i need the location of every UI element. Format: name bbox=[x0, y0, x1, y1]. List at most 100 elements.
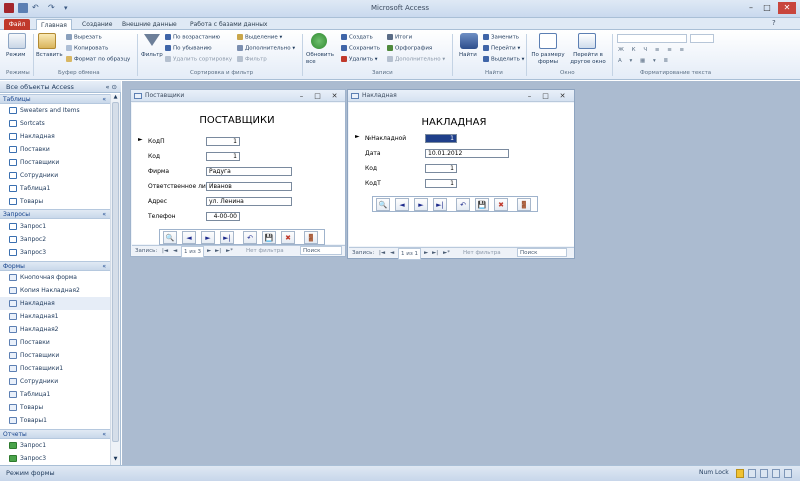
refresh-icon[interactable] bbox=[311, 33, 327, 49]
nav-table-item[interactable]: Накладная bbox=[0, 130, 110, 143]
binoculars-icon[interactable] bbox=[460, 33, 478, 49]
field-kod-input[interactable]: 1 bbox=[206, 152, 240, 161]
nav-form-item[interactable]: Сотрудники bbox=[0, 375, 110, 388]
nav-table-item[interactable]: Sweaters and Items bbox=[0, 104, 110, 117]
cut-button[interactable]: Вырезать bbox=[66, 34, 102, 41]
scroll-up-icon[interactable]: ▲ bbox=[112, 94, 119, 101]
font-name-combo[interactable] bbox=[617, 34, 687, 43]
maximize-button[interactable]: □ bbox=[312, 91, 323, 101]
nav-table-item[interactable]: Товары bbox=[0, 195, 110, 208]
prev-record-button[interactable]: ◄ bbox=[182, 231, 196, 244]
nav-query-item[interactable]: Запрос2 bbox=[0, 233, 110, 246]
nav-form-item[interactable]: Поставщики1 bbox=[0, 362, 110, 375]
nav-form-item[interactable]: Поставки bbox=[0, 336, 110, 349]
nav-section-reports[interactable]: Отчеты « bbox=[0, 429, 110, 439]
filter-button[interactable]: Фильтр bbox=[141, 52, 163, 58]
last-record-button[interactable]: ►| bbox=[433, 198, 447, 211]
tab-create[interactable]: Создание bbox=[78, 19, 116, 30]
next-record-button[interactable]: ► bbox=[201, 231, 215, 244]
sql-view-icon[interactable] bbox=[784, 469, 792, 478]
format-buttons-row[interactable]: Ж К Ч ≡ ≡ ≡ bbox=[618, 47, 687, 53]
nav-form-item[interactable]: Кнопочная форма bbox=[0, 271, 110, 284]
nav-table-item[interactable]: Таблица1 bbox=[0, 182, 110, 195]
view-icon[interactable] bbox=[8, 33, 26, 49]
selection-button[interactable]: Выделение ▾ bbox=[237, 34, 282, 41]
nav-query-item[interactable]: Запрос1 bbox=[0, 220, 110, 233]
design-view-icon[interactable] bbox=[760, 469, 768, 478]
paste-icon[interactable] bbox=[38, 33, 56, 49]
color-buttons-row[interactable]: A ▾ ▦ ▾ ≣ bbox=[618, 58, 671, 64]
close-form-button[interactable]: 🚪 bbox=[517, 198, 531, 211]
maximize-button[interactable]: □ bbox=[540, 91, 551, 101]
field-kod-input[interactable]: 1 bbox=[425, 164, 457, 173]
nav-form-item[interactable]: Накладная2 bbox=[0, 323, 110, 336]
form-view-icon[interactable] bbox=[736, 469, 744, 478]
view-button[interactable]: Режим bbox=[6, 52, 25, 58]
nav-query-item[interactable]: Запрос3 bbox=[0, 246, 110, 259]
fit-form-button[interactable]: По размеру формы bbox=[530, 52, 566, 66]
first-record-nav[interactable]: |◄ bbox=[162, 246, 168, 256]
next-record-nav[interactable]: ► bbox=[424, 248, 428, 258]
tab-home[interactable]: Главная bbox=[36, 19, 72, 30]
maximize-button[interactable]: □ bbox=[760, 2, 774, 14]
nav-report-item[interactable]: Запрос3 bbox=[0, 452, 110, 465]
field-kodp-input[interactable]: 1 bbox=[206, 137, 240, 146]
find-record-button[interactable]: 🔍 bbox=[163, 231, 177, 244]
first-record-nav[interactable]: |◄ bbox=[379, 248, 385, 258]
copy-button[interactable]: Копировать bbox=[66, 45, 108, 52]
nav-table-item[interactable]: Сотрудники bbox=[0, 169, 110, 182]
find-record-button[interactable]: 🔍 bbox=[376, 198, 390, 211]
more-records-button[interactable]: Дополнительно ▾ bbox=[387, 56, 445, 63]
sort-descending-button[interactable]: По убыванию bbox=[165, 45, 212, 52]
remove-sort-button[interactable]: Удалить сортировку bbox=[165, 56, 232, 63]
tab-file[interactable]: Файл bbox=[4, 19, 30, 30]
nav-form-item[interactable]: Таблица1 bbox=[0, 388, 110, 401]
switch-windows-button[interactable]: Перейти в другое окно bbox=[568, 52, 608, 66]
help-icon[interactable]: ? bbox=[772, 19, 776, 27]
nav-scrollbar[interactable]: ▲ ▼ bbox=[110, 94, 120, 465]
delete-record-button[interactable]: Удалить ▾ bbox=[341, 56, 378, 63]
scroll-thumb[interactable] bbox=[112, 102, 119, 442]
toggle-filter-button[interactable]: Фильтр bbox=[237, 56, 267, 63]
last-record-nav[interactable]: ►| bbox=[432, 248, 438, 258]
field-phone-input[interactable]: 4-00-00 bbox=[206, 212, 240, 221]
search-box[interactable]: Поиск bbox=[300, 246, 342, 255]
field-address-input[interactable]: ул. Ленина bbox=[206, 197, 292, 206]
next-record-nav[interactable]: ► bbox=[207, 246, 211, 256]
goto-button[interactable]: Перейти ▾ bbox=[483, 45, 520, 52]
nav-form-item[interactable]: Накладная1 bbox=[0, 310, 110, 323]
paste-button[interactable]: Вставить bbox=[36, 52, 63, 58]
record-selector-icon[interactable]: ► bbox=[355, 133, 360, 140]
close-button[interactable]: ✕ bbox=[557, 91, 568, 101]
refresh-all-button[interactable]: Обновить все bbox=[306, 52, 336, 66]
nav-form-item[interactable]: Товары1 bbox=[0, 414, 110, 427]
current-record-box[interactable]: 1 из 1 bbox=[398, 248, 421, 260]
last-record-button[interactable]: ►| bbox=[220, 231, 234, 244]
nav-table-item[interactable]: Sortcats bbox=[0, 117, 110, 130]
no-filter-button[interactable]: Нет фильтра bbox=[463, 248, 501, 258]
nav-table-item[interactable]: Поставки bbox=[0, 143, 110, 156]
field-kodt-input[interactable]: 1 bbox=[425, 179, 457, 188]
totals-button[interactable]: Итоги bbox=[387, 34, 412, 41]
nav-table-item[interactable]: Поставщики bbox=[0, 156, 110, 169]
save-qat-icon[interactable] bbox=[18, 3, 28, 13]
nav-report-item[interactable]: Запрос1 bbox=[0, 439, 110, 452]
tab-external-data[interactable]: Внешние данные bbox=[118, 19, 181, 30]
new-record-nav[interactable]: ►* bbox=[443, 248, 450, 258]
nav-form-item-selected[interactable]: Накладная bbox=[0, 297, 110, 310]
save-record-button[interactable]: 💾 bbox=[262, 231, 276, 244]
close-button[interactable]: ✕ bbox=[778, 2, 796, 14]
sort-ascending-button[interactable]: По возрастанию bbox=[165, 34, 220, 41]
nav-form-item[interactable]: Копия Накладная2 bbox=[0, 284, 110, 297]
datasheet-view-icon[interactable] bbox=[772, 469, 780, 478]
nav-form-item[interactable]: Поставщики bbox=[0, 349, 110, 362]
fit-form-icon[interactable] bbox=[539, 33, 557, 49]
field-date-input[interactable]: 10.01.2012 bbox=[425, 149, 509, 158]
scroll-down-icon[interactable]: ▼ bbox=[112, 456, 119, 463]
undo-qat-icon[interactable]: ↶ bbox=[32, 3, 42, 13]
record-selector-icon[interactable]: ► bbox=[138, 136, 143, 143]
minimize-button[interactable]: – bbox=[744, 2, 758, 14]
format-painter-button[interactable]: Формат по образцу bbox=[66, 56, 130, 63]
nav-section-tables[interactable]: Таблицы « bbox=[0, 94, 110, 104]
select-button[interactable]: Выделить ▾ bbox=[483, 56, 524, 63]
